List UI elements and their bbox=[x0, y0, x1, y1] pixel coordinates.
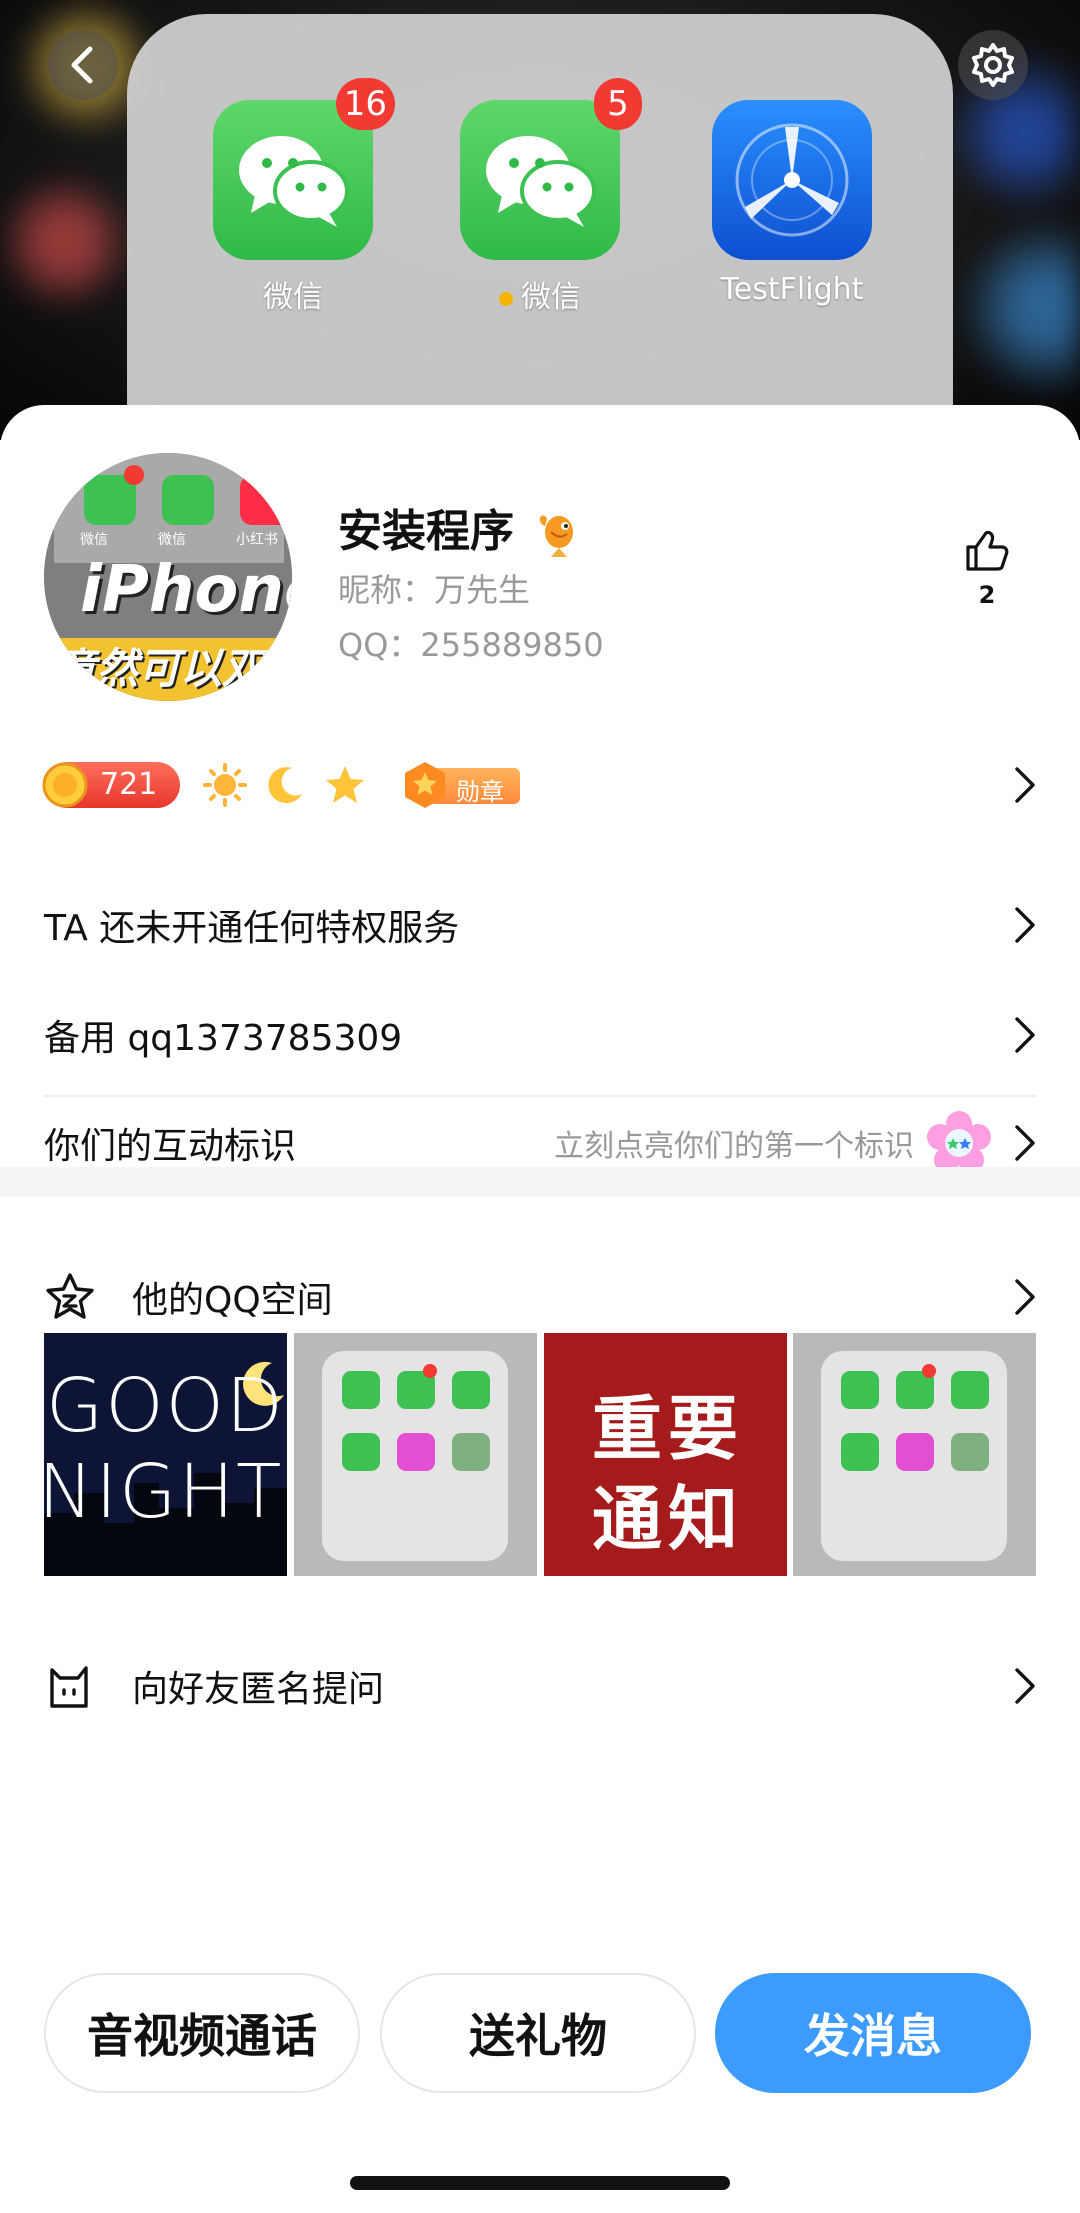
divider bbox=[44, 1095, 1036, 1097]
photo-text-notice: 通知 bbox=[592, 1478, 744, 1560]
like-count: 2 bbox=[978, 581, 996, 609]
wechat-icon: 16 bbox=[213, 78, 395, 260]
gear-icon bbox=[972, 43, 1014, 87]
medal-label: 勋章 bbox=[456, 778, 504, 806]
qzone-star-icon bbox=[46, 1273, 94, 1319]
level-row[interactable]: 721 勋章 bbox=[42, 745, 1036, 825]
notification-badge: 16 bbox=[335, 78, 395, 130]
avatar-app-label: 微信 bbox=[158, 532, 186, 548]
profile-sheet: 微信 微信 小红书 iPhone 竟然可以双开 安装程序 昵称：万先生 QQ：2… bbox=[0, 405, 1080, 2213]
star-icon bbox=[326, 766, 364, 803]
chevron-right-icon bbox=[1015, 767, 1035, 803]
section-gap bbox=[0, 1167, 1080, 1197]
chevron-right-icon bbox=[1015, 1279, 1035, 1315]
testflight-icon bbox=[712, 100, 872, 260]
backup-qq-text: 备用 qq1373785309 bbox=[44, 1018, 403, 1059]
level-pill: 721 bbox=[42, 762, 180, 808]
profile-name-text: 安装程序 bbox=[338, 506, 514, 557]
backup-qq-row[interactable]: 备用 qq1373785309 bbox=[44, 995, 1036, 1075]
qzone-photo-2[interactable] bbox=[294, 1333, 537, 1576]
home-indicator bbox=[350, 2176, 730, 2190]
crown-coin-icon bbox=[42, 762, 88, 808]
chevron-right-icon bbox=[1015, 1017, 1035, 1053]
chevron-left-icon bbox=[71, 46, 93, 84]
cat-icon bbox=[50, 1666, 88, 1708]
video-call-button[interactable]: 音视频通话 bbox=[44, 1973, 360, 2093]
cover-app-wechat-1: 16 微信 bbox=[213, 78, 395, 316]
thumbs-up-icon bbox=[966, 530, 1009, 571]
goldfish-icon bbox=[540, 515, 574, 557]
cover-app-testflight: TestFlight bbox=[707, 100, 877, 307]
moon-icon bbox=[268, 767, 302, 804]
medal-badge: 勋章 bbox=[402, 762, 520, 808]
photo-text-night: NIGHT bbox=[44, 1449, 284, 1535]
photo-text-important: 重要 bbox=[592, 1388, 744, 1470]
wechat-icon: 5 bbox=[460, 78, 642, 260]
back-button[interactable] bbox=[48, 30, 118, 100]
chevron-right-icon bbox=[1015, 1668, 1035, 1704]
qzone-photo-3[interactable]: 重要 通知 bbox=[544, 1333, 787, 1576]
avatar-app-label: 微信 bbox=[80, 532, 108, 548]
app-label: 微信 bbox=[460, 272, 620, 316]
privilege-row[interactable]: TA 还未开通任何特权服务 bbox=[44, 885, 1036, 965]
chevron-right-icon bbox=[1015, 907, 1035, 943]
medal-icon bbox=[405, 762, 445, 808]
interaction-hint: 立刻点亮你们的第一个标识 bbox=[554, 1129, 914, 1164]
level-value: 721 bbox=[100, 767, 158, 802]
qzone-photo-4[interactable] bbox=[793, 1333, 1036, 1576]
send-gift-button[interactable]: 送礼物 bbox=[380, 1973, 696, 2093]
cover-app-wechat-2: 5 微信 bbox=[460, 78, 642, 316]
cover-folder: 16 微信 5 微信 TestFlight bbox=[127, 14, 953, 440]
chevron-right-icon bbox=[1015, 1125, 1035, 1161]
status-dot bbox=[499, 291, 513, 306]
cover-image: 16 微信 5 微信 TestFlight bbox=[0, 0, 1080, 440]
profile-qq: QQ：255889850 bbox=[338, 626, 604, 664]
send-message-button[interactable]: 发消息 bbox=[715, 1973, 1031, 2093]
qzone-row[interactable]: 他的QQ空间 bbox=[44, 1257, 1036, 1337]
like-button[interactable]: 2 bbox=[962, 529, 1012, 609]
profile-name: 安装程序 bbox=[338, 495, 581, 559]
profile-nickname: 昵称：万先生 bbox=[338, 571, 531, 609]
app-label-text: 微信 bbox=[521, 280, 581, 315]
anonymous-question-label: 向好友匿名提问 bbox=[132, 1669, 385, 1710]
notification-badge: 5 bbox=[594, 78, 642, 130]
avatar[interactable]: 微信 微信 小红书 iPhone 竟然可以双开 bbox=[44, 453, 292, 701]
qzone-photo-1[interactable]: GOOD NIGHT bbox=[44, 1333, 287, 1576]
avatar-title: iPhone bbox=[80, 553, 292, 627]
app-label: 微信 bbox=[263, 280, 323, 315]
app-label: TestFlight bbox=[720, 272, 864, 307]
sun-icon bbox=[203, 763, 247, 807]
qzone-label: 他的QQ空间 bbox=[132, 1280, 333, 1321]
privilege-text: TA 还未开通任何特权服务 bbox=[44, 908, 460, 949]
anonymous-question-row[interactable]: 向好友匿名提问 bbox=[44, 1646, 1036, 1726]
avatar-subtitle: 竟然可以双开 bbox=[54, 644, 292, 693]
settings-button[interactable] bbox=[958, 30, 1028, 100]
avatar-app-label: 小红书 bbox=[236, 532, 278, 548]
photo-text-good: GOOD bbox=[46, 1363, 285, 1449]
interaction-label: 你们的互动标识 bbox=[44, 1126, 297, 1167]
